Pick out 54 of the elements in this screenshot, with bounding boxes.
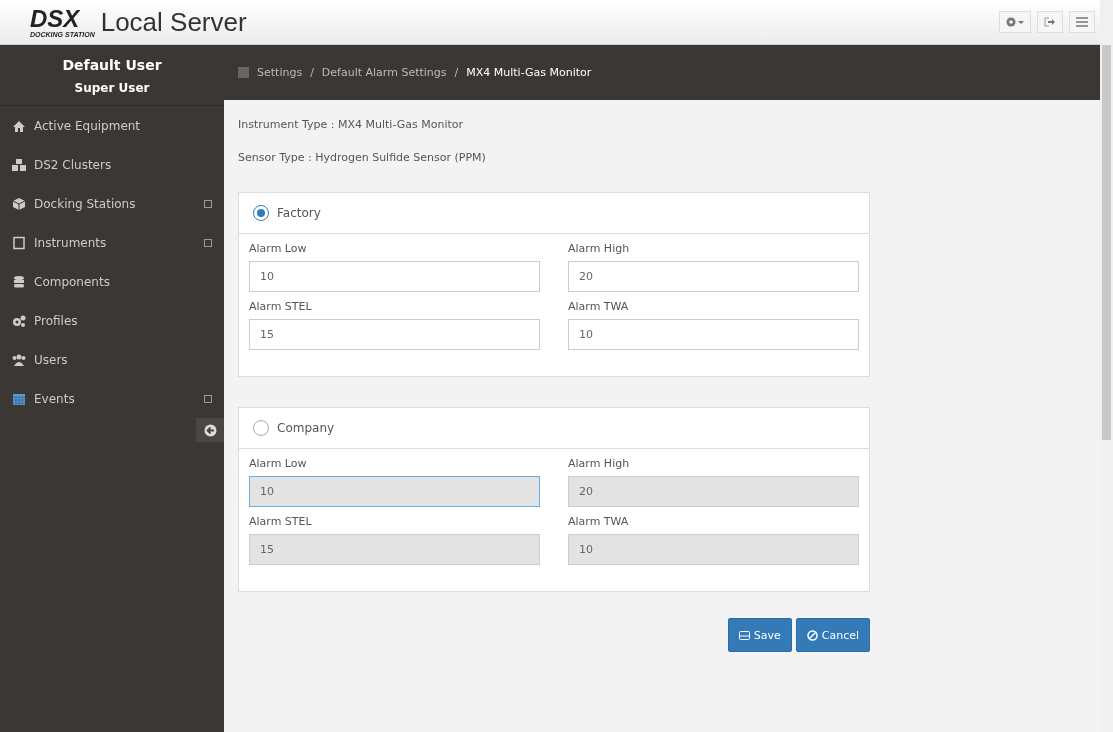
app-title: Local Server bbox=[100, 6, 247, 38]
field-label: Alarm Low bbox=[249, 457, 308, 470]
radio-label: Company bbox=[277, 421, 335, 435]
sidebar-item[interactable]: Events bbox=[0, 379, 224, 418]
arrow-left-icon bbox=[203, 423, 217, 437]
field-label: Alarm TWA bbox=[568, 515, 630, 528]
database-icon bbox=[12, 274, 26, 289]
settings-icon bbox=[1005, 16, 1025, 28]
ban-icon bbox=[806, 629, 818, 641]
calendar-icon bbox=[12, 391, 26, 406]
exit-icon bbox=[1044, 17, 1056, 27]
tablet-icon bbox=[12, 235, 26, 250]
sidebar-item[interactable]: Active Equipment bbox=[0, 106, 224, 145]
field-label: Alarm STEL bbox=[249, 300, 313, 313]
sidebar-item[interactable]: DS2 Clusters bbox=[0, 145, 224, 184]
settings-button[interactable] bbox=[999, 11, 1031, 33]
field-label: Alarm High bbox=[568, 242, 631, 255]
collapse-button[interactable] bbox=[196, 418, 224, 442]
sidebar-item[interactable]: Instruments bbox=[0, 223, 224, 262]
radio-label: Factory bbox=[277, 206, 321, 220]
input-field[interactable]: 20 bbox=[568, 261, 859, 292]
user-name: Default User bbox=[62, 57, 162, 73]
field-label: Alarm High bbox=[568, 457, 631, 470]
radio-button[interactable] bbox=[253, 420, 269, 436]
field-label: Alarm TWA bbox=[568, 300, 630, 313]
gears-icon bbox=[12, 313, 26, 328]
users-icon bbox=[12, 352, 26, 367]
breadcrumb-link[interactable]: Settings bbox=[257, 66, 303, 79]
breadcrumb-link[interactable]: Default Alarm Settings bbox=[321, 66, 447, 79]
input-field[interactable]: 10 bbox=[249, 261, 540, 292]
sidebar-item[interactable]: Users bbox=[0, 340, 224, 379]
breadcrumb-current: MX4 Multi-Gas Monitor bbox=[466, 66, 592, 79]
sidebar-item[interactable]: Docking Stations bbox=[0, 184, 224, 223]
breadcrumb-separator: / bbox=[454, 66, 459, 79]
breadcrumb-separator: / bbox=[310, 66, 314, 79]
sidebar-item[interactable]: Components bbox=[0, 262, 224, 301]
logout-button[interactable] bbox=[1037, 11, 1063, 33]
info-text: Sensor Type : Hydrogen Sulfide Sensor (PPM) bbox=[238, 151, 487, 164]
field-label: Alarm Low bbox=[249, 242, 308, 255]
cancel-button[interactable]: Cancel bbox=[795, 618, 870, 652]
radio-button[interactable] bbox=[253, 205, 269, 221]
cube-icon bbox=[12, 196, 26, 211]
cubes-icon bbox=[12, 157, 26, 172]
house-icon bbox=[12, 118, 26, 133]
input-field[interactable]: 15 bbox=[249, 319, 540, 350]
menu-icon bbox=[1076, 17, 1088, 27]
sidebar-item[interactable]: Profiles bbox=[0, 301, 224, 340]
scrollbar-thumb[interactable] bbox=[1102, 45, 1111, 440]
user-role: Super User bbox=[74, 81, 150, 95]
field-label: Alarm STEL bbox=[249, 515, 313, 528]
menu-button[interactable] bbox=[1069, 11, 1095, 33]
info-text: Instrument Type : MX4 Multi-Gas Monitor bbox=[238, 118, 465, 131]
input-field[interactable]: 10 bbox=[568, 319, 859, 350]
save-button[interactable]: Save bbox=[727, 618, 792, 652]
